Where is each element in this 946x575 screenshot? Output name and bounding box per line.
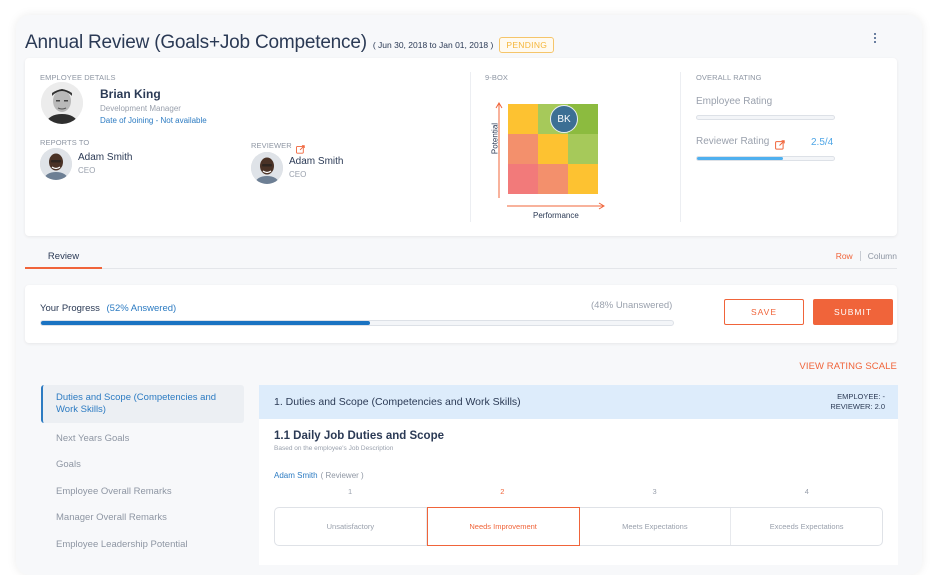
progress-label: Your Progress — [40, 303, 100, 314]
edit-reviewer-icon[interactable] — [295, 141, 305, 154]
section-header: 1. Duties and Scope (Competencies and Wo… — [259, 385, 898, 419]
column-view-toggle[interactable]: Column — [868, 251, 897, 261]
reviewer-rating-label: Reviewer Rating — [696, 136, 770, 147]
row-view-toggle[interactable]: Row — [836, 251, 853, 261]
section-sidebar: Duties and Scope (Competencies and Work … — [41, 385, 244, 558]
sidebar-item-goals[interactable]: Goals — [41, 452, 244, 479]
employee-rating-label: Employee Rating — [696, 96, 773, 107]
rating-scale-numbers: 1 2 3 4 — [274, 487, 883, 496]
overall-rating-label: OVERALL RATING — [696, 73, 762, 82]
scale-number: 4 — [804, 487, 809, 496]
section-scores: EMPLOYEE: - REVIEWER: 2.0 — [830, 392, 885, 412]
ninebox-y-label: Potential — [490, 122, 500, 155]
ninebox-employee-marker[interactable]: BK — [550, 105, 578, 133]
ninebox-label: 9-BOX — [485, 73, 509, 82]
answered-percent: (52% Answered) — [106, 303, 177, 314]
divider — [859, 251, 861, 261]
scale-number: 2 — [500, 487, 505, 496]
rating-option-exceeds-expectations[interactable]: Exceeds Expectations — [731, 508, 882, 545]
rating-option-meets-expectations[interactable]: Meets Expectations — [580, 508, 732, 545]
tab-review[interactable]: Review — [25, 243, 102, 269]
rating-scale-options: Unsatisfactory Needs Improvement Meets E… — [274, 507, 883, 546]
ninebox-cell — [508, 164, 538, 194]
ninebox-cell — [508, 134, 538, 164]
question-title: 1.1 Daily Job Duties and Scope — [274, 430, 444, 442]
reviewer-name: Adam Smith — [289, 156, 344, 167]
reviewer-title: CEO — [289, 170, 307, 179]
reviewer-score: REVIEWER: 2.0 — [830, 402, 885, 411]
section-content: 1. Duties and Scope (Competencies and Wo… — [259, 385, 898, 565]
reviewer-rating-value: 2.5/4 — [811, 137, 834, 148]
reports-to-avatar — [40, 148, 72, 180]
sidebar-item-duties-and-scope[interactable]: Duties and Scope (Competencies and Work … — [41, 385, 244, 423]
reports-to-name: Adam Smith — [78, 152, 133, 163]
reports-to-label: REPORTS TO — [40, 138, 90, 147]
reviewer-header: REVIEWER — [251, 141, 305, 154]
reports-to-title: CEO — [78, 166, 96, 175]
scale-number: 3 — [652, 487, 657, 496]
rater-role: ( Reviewer ) — [320, 471, 364, 480]
employee-score: EMPLOYEE: - — [837, 392, 885, 401]
rating-option-needs-improvement[interactable]: Needs Improvement — [426, 507, 580, 546]
save-button[interactable]: SAVE — [724, 299, 804, 325]
submit-button[interactable]: SUBMIT — [813, 299, 893, 325]
date-of-joining: Date of Joining - Not available — [100, 116, 207, 125]
ninebox-cell — [538, 134, 568, 164]
reviewer-avatar — [251, 152, 283, 184]
view-rating-scale-link[interactable]: VIEW RATING SCALE — [799, 361, 897, 372]
employee-details-label: EMPLOYEE DETAILS — [40, 73, 116, 82]
progress-card: Your Progress (52% Answered) (48% Unansw… — [25, 285, 897, 343]
rater-line: Adam Smith( Reviewer ) — [274, 471, 364, 480]
more-options-icon[interactable] — [872, 33, 878, 45]
employee-rating-bar — [696, 115, 835, 120]
reviewer-rating-row: Reviewer Rating — [696, 136, 786, 150]
layout-toggle: Row Column — [836, 251, 897, 261]
ninebox-cell — [538, 164, 568, 194]
employee-summary-card: EMPLOYEE DETAILS Brian King Development … — [25, 58, 897, 236]
page-title: Annual Review (Goals+Job Competence) — [25, 32, 367, 53]
sidebar-item-next-years-goals[interactable]: Next Years Goals — [41, 425, 244, 452]
progress-bar — [40, 320, 674, 326]
scale-number: 1 — [348, 487, 353, 496]
view-tabs: Review Row Column — [25, 243, 897, 269]
divider — [470, 72, 471, 222]
sidebar-item-employee-leadership-potential[interactable]: Employee Leadership Potential — [41, 531, 244, 558]
reviewer-label: REVIEWER — [251, 141, 292, 150]
rating-option-unsatisfactory[interactable]: Unsatisfactory — [275, 508, 427, 545]
employee-name: Brian King — [100, 87, 161, 101]
sidebar-item-employee-overall-remarks[interactable]: Employee Overall Remarks — [41, 478, 244, 505]
employee-job-title: Development Manager — [100, 104, 181, 113]
sidebar-item-manager-overall-remarks[interactable]: Manager Overall Remarks — [41, 505, 244, 532]
employee-avatar — [41, 82, 83, 124]
page-header: Annual Review (Goals+Job Competence) ( J… — [25, 32, 555, 54]
ninebox-cell — [568, 164, 598, 194]
reviewer-rating-bar — [696, 156, 835, 161]
unanswered-percent: (48% Unanswered) — [591, 300, 673, 311]
divider — [680, 72, 681, 222]
rater-name[interactable]: Adam Smith — [274, 471, 318, 480]
edit-rating-icon[interactable] — [775, 137, 786, 150]
review-date-range: ( Jun 30, 2018 to Jan 01, 2018 ) — [372, 40, 494, 50]
ninebox-x-label: Performance — [533, 211, 579, 220]
section-title: 1. Duties and Scope (Competencies and Wo… — [274, 396, 521, 408]
question-subtitle: Based on the employee's Job Description — [274, 445, 394, 452]
ninebox-cell — [568, 134, 598, 164]
progress-label-row: Your Progress (52% Answered) — [40, 303, 176, 314]
status-badge: PENDING — [499, 36, 555, 53]
ninebox-cell — [508, 104, 538, 134]
